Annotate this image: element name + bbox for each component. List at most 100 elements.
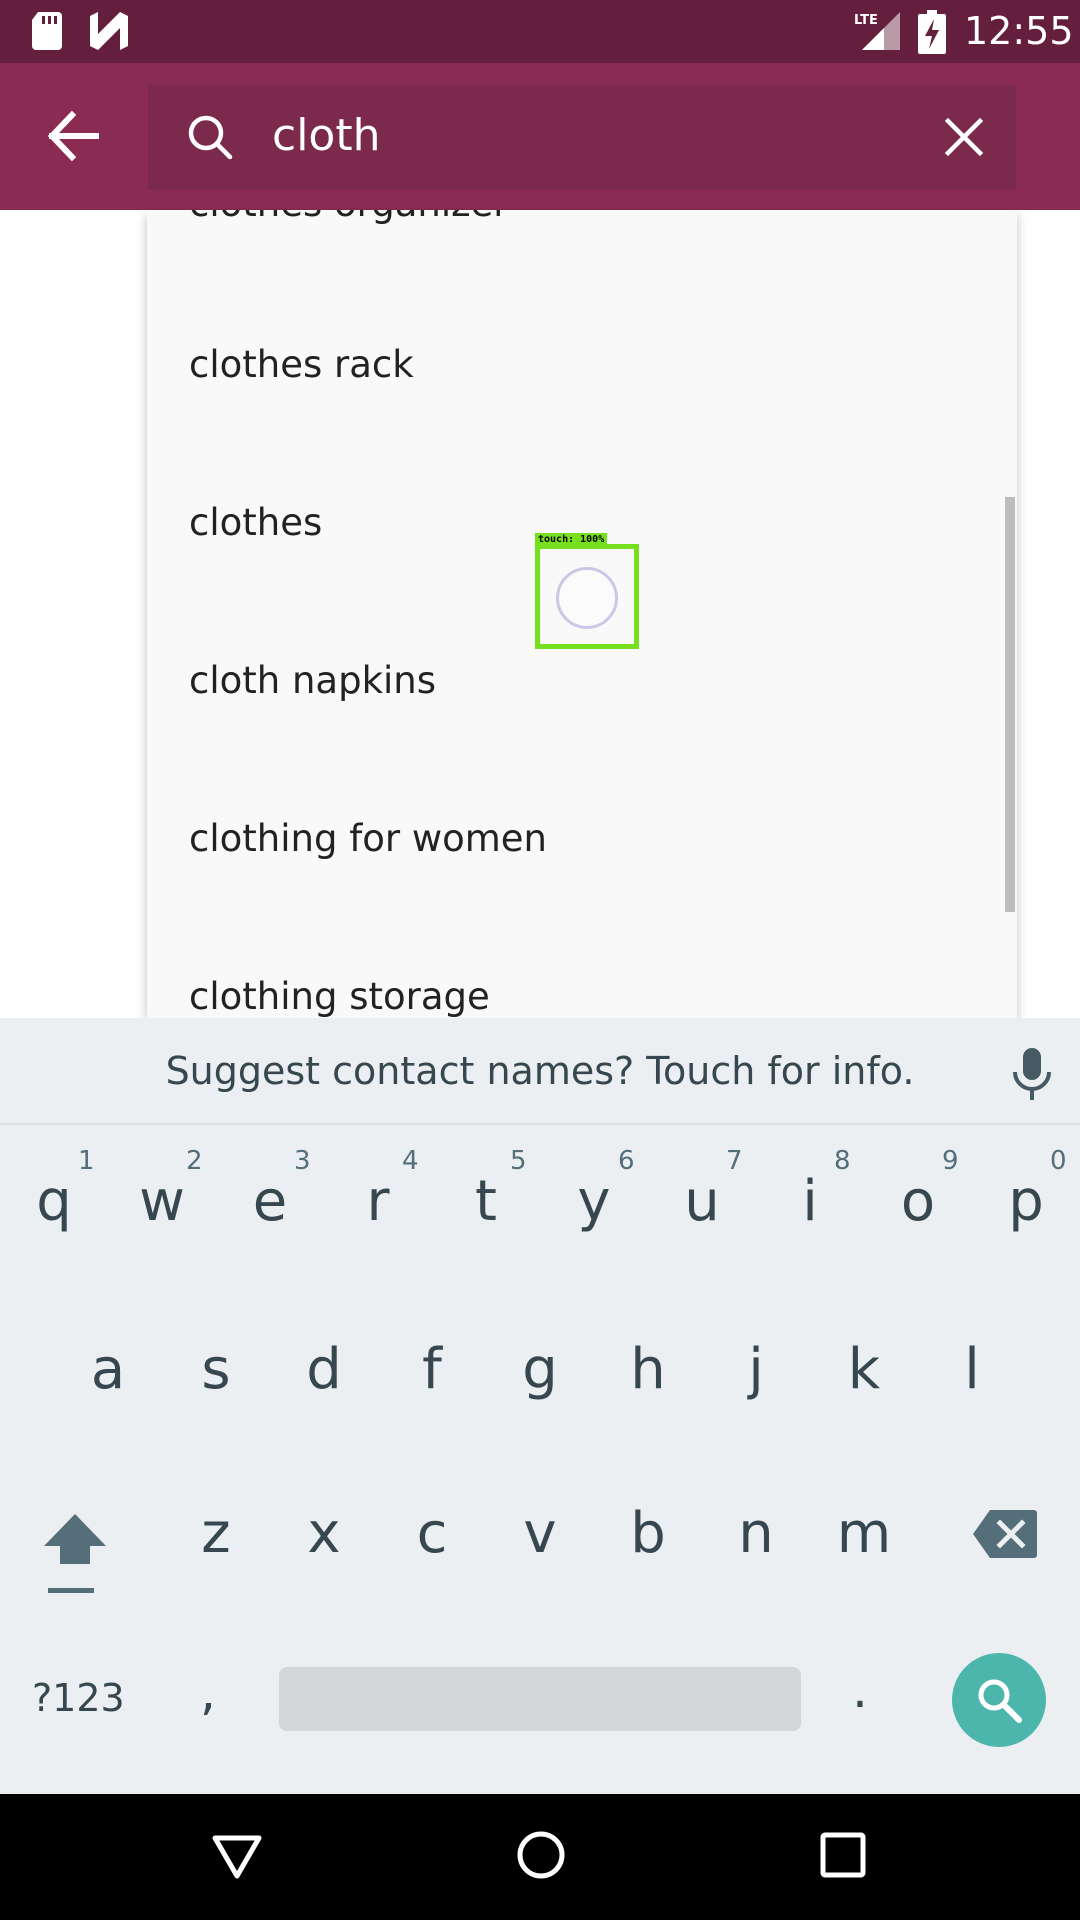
key-label: m bbox=[836, 1501, 892, 1566]
battery-charging-icon bbox=[918, 10, 946, 54]
sd-card-icon bbox=[32, 12, 62, 50]
status-time: 12:55 bbox=[964, 9, 1074, 53]
key-z[interactable]: z bbox=[176, 1502, 256, 1582]
key-d[interactable]: d bbox=[284, 1338, 364, 1418]
key-label: j bbox=[748, 1337, 764, 1402]
suggestion-strip-text[interactable]: Suggest contact names? Touch for info. bbox=[0, 1048, 1080, 1094]
suggestion-item[interactable]: clothes organizer bbox=[189, 210, 509, 228]
key-label: c bbox=[416, 1501, 448, 1566]
touch-ripple bbox=[556, 567, 618, 629]
key-label: r bbox=[366, 1169, 390, 1234]
comma-key[interactable]: , bbox=[200, 1662, 216, 1722]
key-label: x bbox=[307, 1501, 341, 1566]
n-notification-icon bbox=[90, 12, 128, 50]
key-label: q bbox=[36, 1169, 72, 1234]
navigation-bar bbox=[0, 1794, 1080, 1920]
key-label: o bbox=[900, 1169, 936, 1234]
key-hint: 7 bbox=[726, 1146, 743, 1176]
microphone-icon[interactable] bbox=[1008, 1046, 1056, 1102]
nav-recents-icon[interactable] bbox=[820, 1832, 866, 1878]
touch-indicator-label: touch: 100% bbox=[535, 533, 608, 546]
key-i[interactable]: 8i bbox=[770, 1146, 850, 1250]
key-q[interactable]: 1q bbox=[14, 1146, 94, 1250]
search-toolbar: cloth bbox=[0, 63, 1080, 210]
key-h[interactable]: h bbox=[608, 1338, 688, 1418]
key-t[interactable]: 5t bbox=[446, 1146, 527, 1250]
suggestion-item[interactable]: cloth napkins bbox=[189, 657, 436, 705]
key-label: s bbox=[201, 1337, 231, 1402]
key-label: y bbox=[577, 1169, 611, 1234]
key-u[interactable]: 7u bbox=[662, 1146, 742, 1250]
search-icon bbox=[188, 115, 233, 160]
key-e[interactable]: 3e bbox=[230, 1146, 311, 1250]
key-hint: 2 bbox=[186, 1146, 203, 1176]
key-l[interactable]: l bbox=[932, 1338, 1012, 1418]
lte-label: LTE bbox=[854, 13, 878, 28]
nav-home-icon[interactable] bbox=[516, 1830, 566, 1880]
key-hint: 4 bbox=[402, 1146, 419, 1176]
key-v[interactable]: v bbox=[500, 1502, 580, 1582]
key-label: d bbox=[306, 1337, 342, 1402]
key-label: u bbox=[684, 1169, 720, 1234]
key-label: w bbox=[139, 1169, 185, 1234]
key-n[interactable]: n bbox=[716, 1502, 796, 1582]
key-hint: 6 bbox=[618, 1146, 635, 1176]
key-label: k bbox=[847, 1337, 881, 1402]
key-hint: 9 bbox=[942, 1146, 959, 1176]
key-label: v bbox=[523, 1501, 557, 1566]
nav-back-icon[interactable] bbox=[212, 1834, 262, 1880]
key-hint: 3 bbox=[294, 1146, 311, 1176]
search-box[interactable]: cloth bbox=[148, 85, 1016, 190]
search-submit-icon bbox=[978, 1679, 1022, 1723]
key-p[interactable]: 0p bbox=[986, 1146, 1066, 1250]
search-input[interactable]: cloth bbox=[272, 107, 380, 165]
key-hint: 1 bbox=[78, 1146, 95, 1176]
keyboard-suggestion-strip[interactable]: Suggest contact names? Touch for info. bbox=[0, 1018, 1080, 1125]
key-x[interactable]: x bbox=[284, 1502, 364, 1582]
key-label: i bbox=[802, 1169, 818, 1234]
suggestion-item[interactable]: clothes rack bbox=[189, 341, 414, 389]
key-label: g bbox=[522, 1337, 558, 1402]
key-g[interactable]: g bbox=[500, 1338, 580, 1418]
backspace-icon[interactable] bbox=[972, 1508, 1038, 1560]
key-label: f bbox=[422, 1337, 442, 1402]
shift-icon[interactable] bbox=[40, 1508, 110, 1598]
lte-signal-icon: LTE bbox=[850, 10, 902, 52]
scrollbar-thumb[interactable] bbox=[1005, 497, 1015, 912]
key-s[interactable]: s bbox=[176, 1338, 256, 1418]
key-label: e bbox=[252, 1169, 288, 1234]
key-k[interactable]: k bbox=[824, 1338, 904, 1418]
key-label: t bbox=[475, 1169, 497, 1234]
clear-icon[interactable] bbox=[938, 111, 990, 163]
space-bar[interactable] bbox=[279, 1667, 801, 1731]
key-a[interactable]: a bbox=[68, 1338, 148, 1418]
key-m[interactable]: m bbox=[824, 1502, 904, 1582]
key-o[interactable]: 9o bbox=[878, 1146, 959, 1250]
key-label: n bbox=[738, 1501, 774, 1566]
suggestion-item[interactable]: clothing for women bbox=[189, 815, 547, 863]
suggestion-item[interactable]: clothes bbox=[189, 499, 322, 547]
key-label: h bbox=[630, 1337, 666, 1402]
key-j[interactable]: j bbox=[716, 1338, 796, 1418]
key-label: p bbox=[1008, 1169, 1044, 1234]
period-key[interactable]: . bbox=[852, 1660, 868, 1720]
key-label: l bbox=[964, 1337, 980, 1402]
key-label: z bbox=[201, 1501, 231, 1566]
key-label: b bbox=[630, 1501, 666, 1566]
key-y[interactable]: 6y bbox=[554, 1146, 634, 1250]
key-b[interactable]: b bbox=[608, 1502, 688, 1582]
search-submit-button[interactable] bbox=[952, 1653, 1046, 1747]
key-r[interactable]: 4r bbox=[338, 1146, 418, 1250]
key-label: a bbox=[90, 1337, 126, 1402]
key-hint: 8 bbox=[834, 1146, 851, 1176]
key-c[interactable]: c bbox=[392, 1502, 472, 1582]
key-f[interactable]: f bbox=[392, 1338, 472, 1418]
key-hint: 0 bbox=[1050, 1146, 1067, 1176]
symbols-key[interactable]: ?123 bbox=[32, 1674, 125, 1722]
status-bar: LTE 12:55 bbox=[0, 0, 1080, 63]
key-w[interactable]: 2w bbox=[122, 1146, 202, 1250]
key-hint: 5 bbox=[510, 1146, 527, 1176]
back-arrow-icon[interactable] bbox=[34, 101, 114, 171]
screen: LTE 12:55 cloth clothes organizer c l o bbox=[0, 0, 1080, 1920]
suggestion-item[interactable]: clothing storage bbox=[189, 973, 490, 1018]
